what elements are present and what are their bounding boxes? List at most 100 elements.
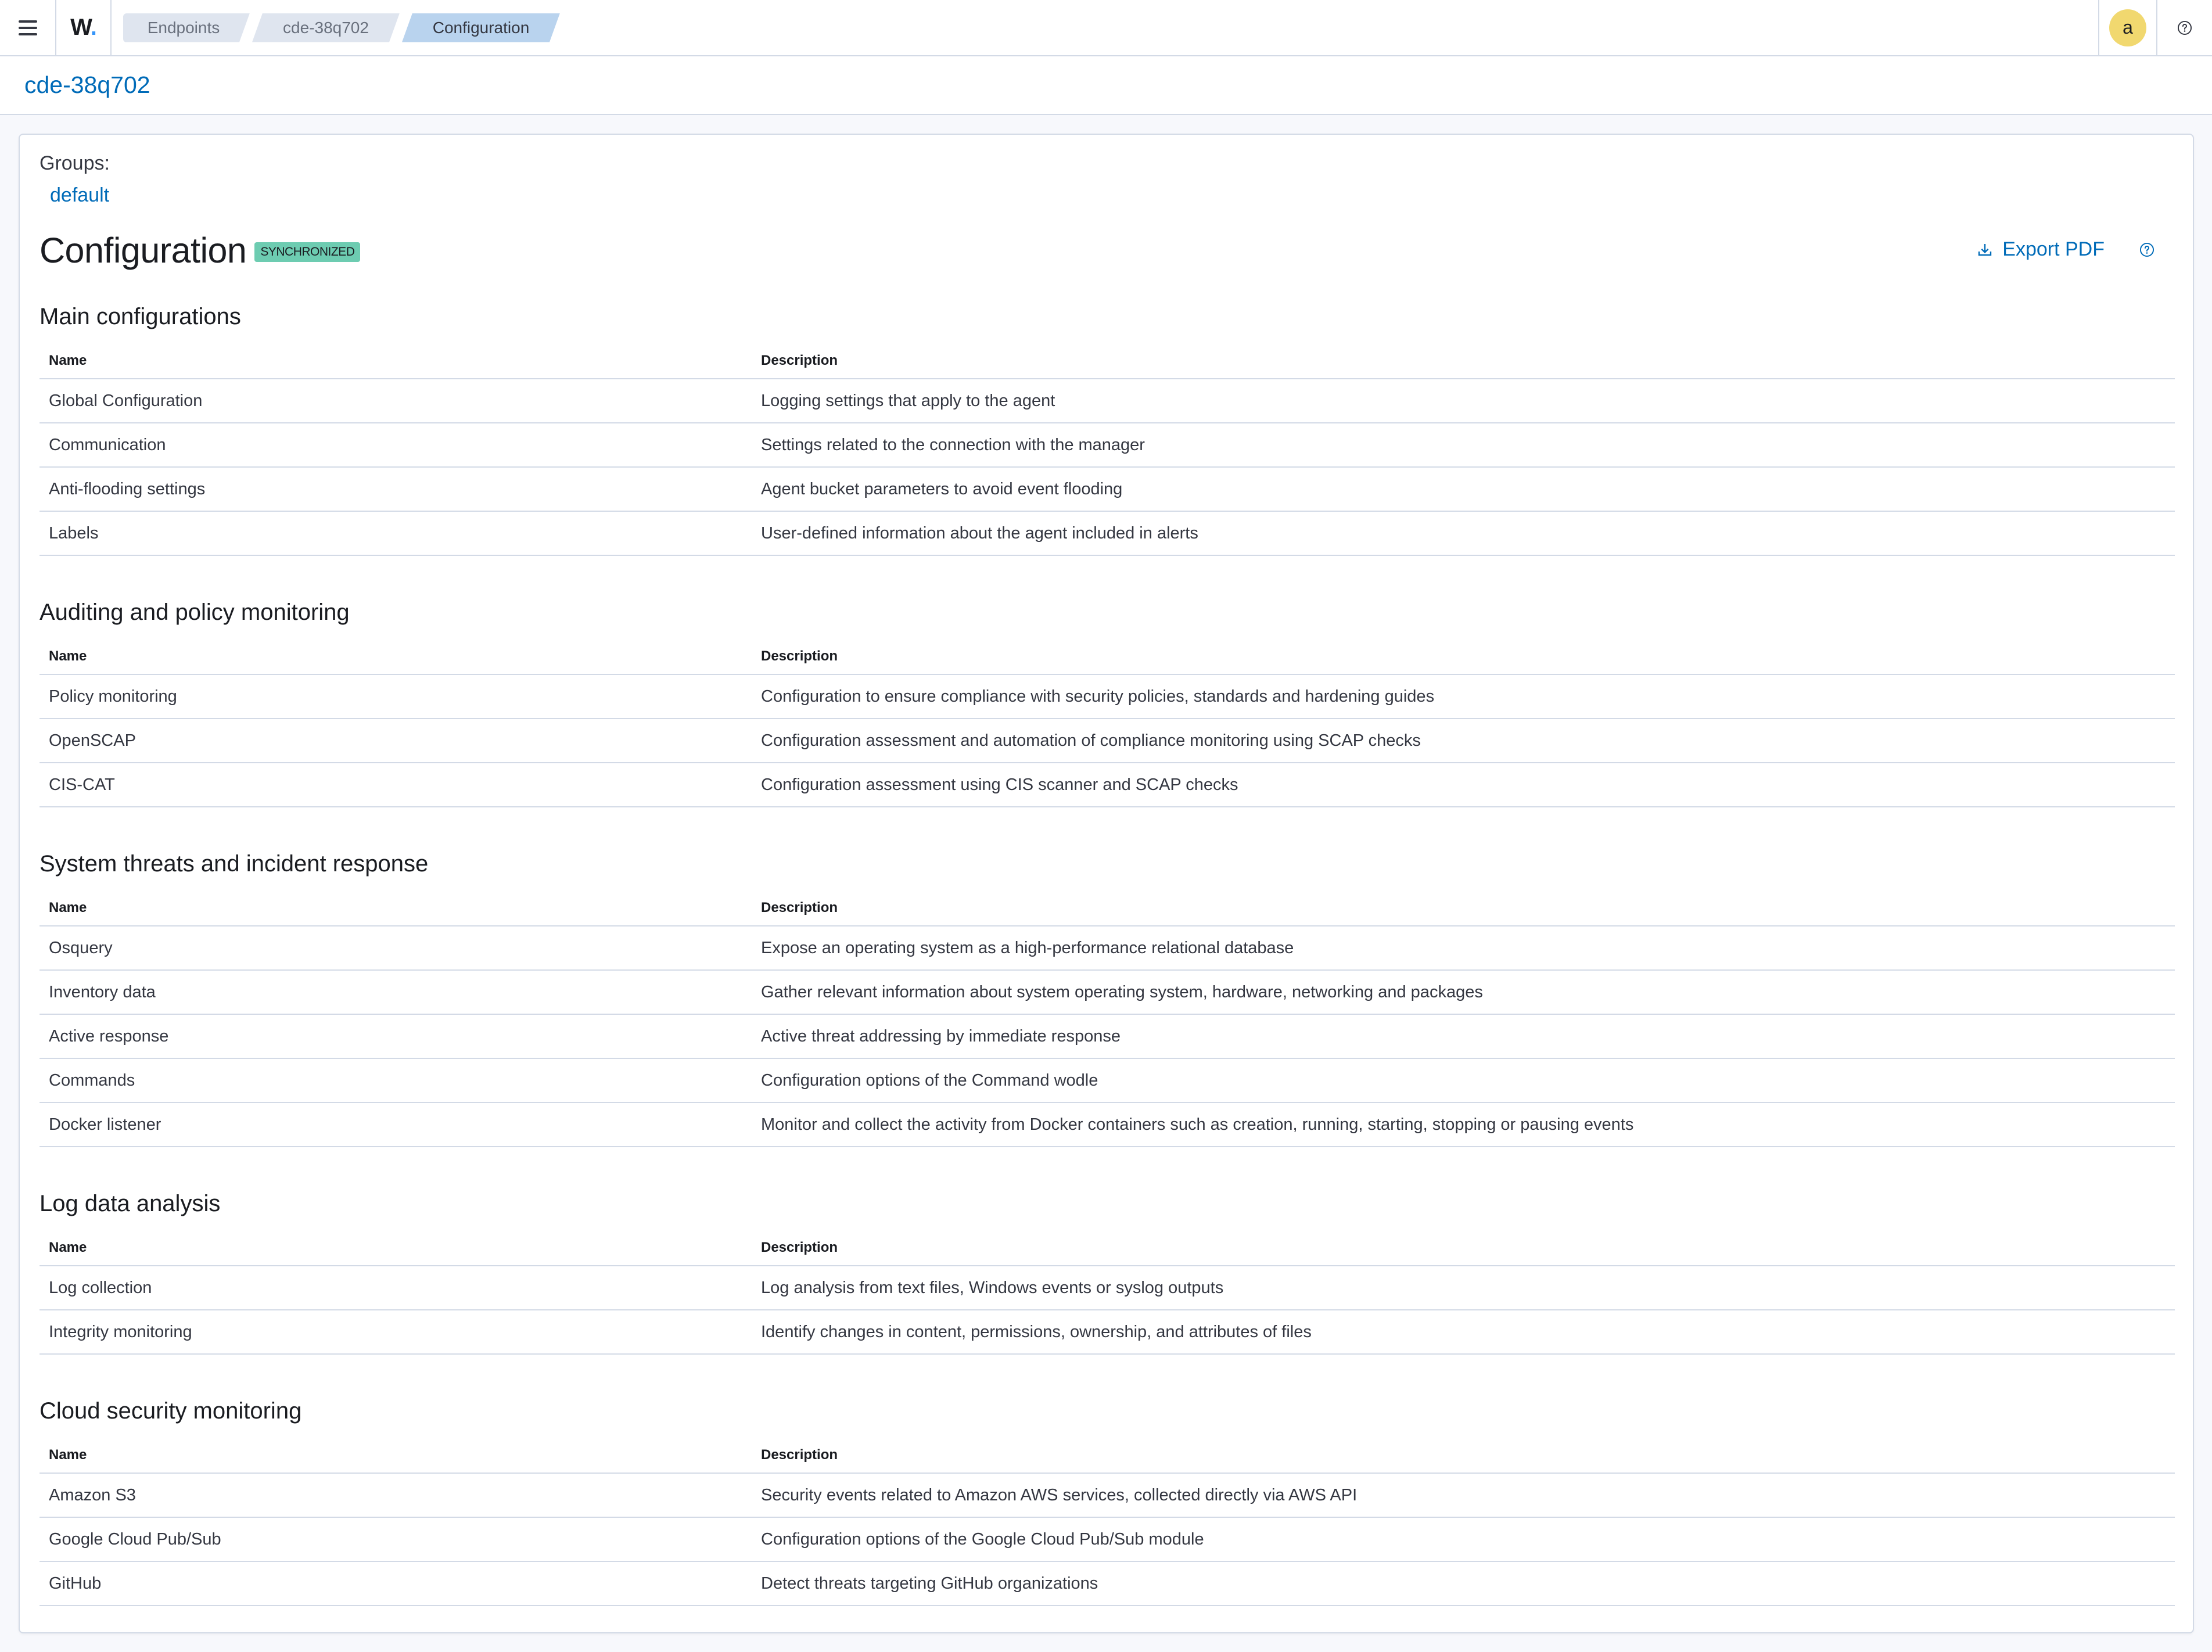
breadcrumb-endpoints[interactable]: Endpoints bbox=[123, 13, 250, 42]
section-title: Main configurations bbox=[40, 304, 241, 329]
row-description: Gather relevant information about system… bbox=[752, 970, 2175, 1015]
breadcrumb-agent[interactable]: cde-38q702 bbox=[252, 13, 400, 42]
table-row[interactable]: CIS-CAT Configuration assessment using CI… bbox=[40, 763, 2175, 807]
section-system-threats: System threats and incident response Nam… bbox=[40, 842, 2175, 1147]
column-header-description[interactable]: Description bbox=[752, 1230, 2175, 1266]
breadcrumb: Endpoints cde-38q702 Configuration bbox=[123, 13, 562, 43]
row-name: CIS-CAT bbox=[40, 763, 752, 807]
row-name: Global Configuration bbox=[40, 379, 752, 423]
table-row[interactable]: Communication Settings related to the con… bbox=[40, 423, 2175, 468]
configuration-title: Configuration bbox=[40, 231, 247, 270]
column-header-name[interactable]: Name bbox=[40, 1437, 752, 1474]
groups-label: Groups: bbox=[40, 152, 110, 174]
group-link-default[interactable]: default bbox=[50, 184, 109, 207]
help-icon bbox=[2139, 242, 2154, 257]
section-title: Cloud security monitoring bbox=[40, 1398, 302, 1424]
row-name: Commands bbox=[40, 1058, 752, 1103]
row-name: Inventory data bbox=[40, 970, 752, 1015]
row-name: Google Cloud Pub/Sub bbox=[40, 1517, 752, 1562]
row-description: Detect threats targeting GitHub organiza… bbox=[752, 1561, 2175, 1606]
help-button[interactable] bbox=[2156, 0, 2212, 55]
row-description: Configuration options of the Google Clou… bbox=[752, 1517, 2175, 1562]
export-pdf-label: Export PDF bbox=[2002, 238, 2105, 260]
table-row[interactable]: Inventory data Gather relevant informatio… bbox=[40, 970, 2175, 1015]
row-name: Log collection bbox=[40, 1266, 752, 1310]
row-name: OpenSCAP bbox=[40, 719, 752, 763]
help-icon bbox=[2177, 20, 2192, 35]
table-row[interactable]: Commands Configuration options of the Com… bbox=[40, 1058, 2175, 1103]
app-logo: W. bbox=[70, 15, 97, 40]
column-header-name[interactable]: Name bbox=[40, 1230, 752, 1266]
logo-link[interactable]: W. bbox=[56, 0, 112, 55]
config-table: Name Description Log collection Log analy… bbox=[40, 1230, 2175, 1355]
section-title: System threats and incident response bbox=[40, 851, 429, 877]
column-header-name[interactable]: Name bbox=[40, 638, 752, 675]
status-badge: SYNCHRONIZED bbox=[254, 242, 361, 262]
table-row[interactable]: Amazon S3 Security events related to Amaz… bbox=[40, 1473, 2175, 1518]
table-row[interactable]: GitHub Detect threats targeting GitHub or… bbox=[40, 1561, 2175, 1606]
header-right-actions: a bbox=[2098, 0, 2212, 55]
section-auditing-policy-monitoring: Auditing and policy monitoring Name Desc… bbox=[40, 591, 2175, 807]
page-title[interactable]: cde-38q702 bbox=[24, 71, 150, 99]
row-name: Docker listener bbox=[40, 1102, 752, 1147]
table-row[interactable]: OpenSCAP Configuration assessment and aut… bbox=[40, 719, 2175, 763]
page-title-bar: cde-38q702 bbox=[0, 56, 2212, 115]
row-name: Osquery bbox=[40, 926, 752, 971]
configuration-panel: Groups: default Configuration SYNCHRONIZ… bbox=[19, 134, 2194, 1633]
configuration-help-button[interactable] bbox=[2139, 242, 2154, 257]
table-row[interactable]: Log collection Log analysis from text fil… bbox=[40, 1266, 2175, 1310]
column-header-description[interactable]: Description bbox=[752, 638, 2175, 675]
section-main-configurations: Main configurations Name Description Glo… bbox=[40, 295, 2175, 556]
download-icon bbox=[1978, 243, 1992, 256]
top-header: W. Endpoints cde-38q702 Configuration a bbox=[0, 0, 2212, 56]
row-name: Policy monitoring bbox=[40, 674, 752, 719]
avatar[interactable]: a bbox=[2109, 9, 2146, 46]
config-table: Name Description Osquery Expose an operat… bbox=[40, 890, 2175, 1147]
row-name: GitHub bbox=[40, 1561, 752, 1606]
row-description: Active threat addressing by immediate re… bbox=[752, 1014, 2175, 1059]
row-description: Monitor and collect the activity from Do… bbox=[752, 1102, 2175, 1147]
export-pdf-button[interactable]: Export PDF bbox=[1976, 238, 2105, 261]
column-header-name[interactable]: Name bbox=[40, 343, 752, 379]
user-menu[interactable]: a bbox=[2098, 0, 2156, 55]
row-name: Active response bbox=[40, 1014, 752, 1059]
table-row[interactable]: Active response Active threat addressing … bbox=[40, 1014, 2175, 1059]
row-name: Labels bbox=[40, 511, 752, 556]
column-header-description[interactable]: Description bbox=[752, 890, 2175, 926]
section-cloud-security-monitoring: Cloud security monitoring Name Descripti… bbox=[40, 1389, 2175, 1606]
table-row[interactable]: Labels User-defined information about the… bbox=[40, 511, 2175, 556]
table-row[interactable]: Policy monitoring Configuration to ensure… bbox=[40, 674, 2175, 719]
table-row[interactable]: Anti-flooding settings Agent bucket param… bbox=[40, 467, 2175, 512]
configuration-header: Configuration SYNCHRONIZED Export PDF bbox=[40, 230, 2173, 271]
table-row[interactable]: Docker listener Monitor and collect the a… bbox=[40, 1102, 2175, 1147]
breadcrumb-configuration[interactable]: Configuration bbox=[402, 13, 560, 42]
row-description: Expose an operating system as a high-per… bbox=[752, 926, 2175, 971]
row-description: Security events related to Amazon AWS se… bbox=[752, 1473, 2175, 1518]
row-description: Configuration options of the Command wod… bbox=[752, 1058, 2175, 1103]
row-description: Identify changes in content, permissions… bbox=[752, 1310, 2175, 1355]
hamburger-icon bbox=[18, 20, 37, 35]
row-name: Integrity monitoring bbox=[40, 1310, 752, 1355]
row-description: Agent bucket parameters to avoid event f… bbox=[752, 467, 2175, 512]
row-description: Configuration assessment using CIS scann… bbox=[752, 763, 2175, 807]
row-description: Configuration to ensure compliance with … bbox=[752, 674, 2175, 719]
row-description: Settings related to the connection with … bbox=[752, 423, 2175, 468]
config-table: Name Description Global Configuration Log… bbox=[40, 343, 2175, 556]
section-title: Auditing and policy monitoring bbox=[40, 599, 350, 625]
row-description: Log analysis from text files, Windows ev… bbox=[752, 1266, 2175, 1310]
menu-button[interactable] bbox=[0, 0, 56, 55]
column-header-description[interactable]: Description bbox=[752, 343, 2175, 379]
config-table: Name Description Policy monitoring Config… bbox=[40, 638, 2175, 807]
row-description: User-defined information about the agent… bbox=[752, 511, 2175, 556]
section-title: Log data analysis bbox=[40, 1191, 221, 1216]
table-row[interactable]: Integrity monitoring Identify changes in … bbox=[40, 1310, 2175, 1355]
table-row[interactable]: Google Cloud Pub/Sub Configuration option… bbox=[40, 1517, 2175, 1562]
table-row[interactable]: Osquery Expose an operating system as a h… bbox=[40, 926, 2175, 971]
column-header-description[interactable]: Description bbox=[752, 1437, 2175, 1474]
column-header-name[interactable]: Name bbox=[40, 890, 752, 926]
config-table: Name Description Amazon S3 Security event… bbox=[40, 1437, 2175, 1606]
row-name: Amazon S3 bbox=[40, 1473, 752, 1518]
table-row[interactable]: Global Configuration Logging settings tha… bbox=[40, 379, 2175, 423]
row-name: Communication bbox=[40, 423, 752, 468]
row-description: Logging settings that apply to the agent bbox=[752, 379, 2175, 423]
